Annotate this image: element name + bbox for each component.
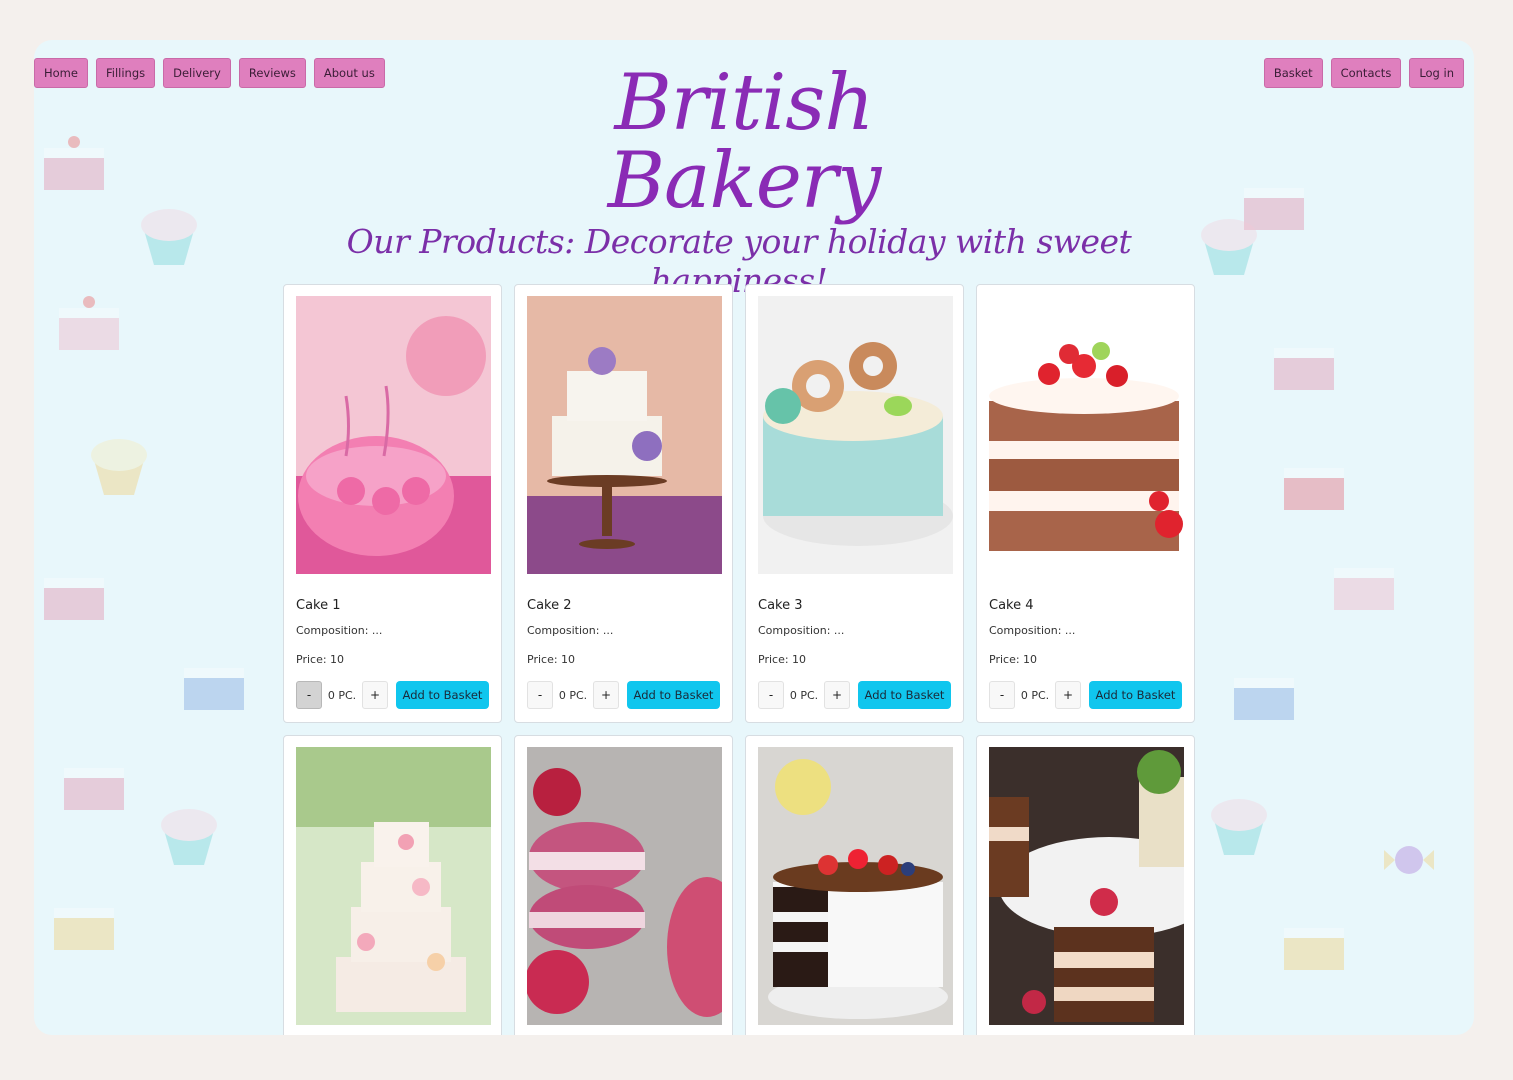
cake-icon bbox=[44, 136, 104, 190]
nav-contacts[interactable]: Contacts bbox=[1330, 58, 1402, 88]
product-photo bbox=[758, 296, 953, 574]
product-image-raspberry-macarons[interactable] bbox=[527, 747, 722, 1025]
cupcake-icon bbox=[161, 809, 217, 865]
add-to-basket-button[interactable]: Add to Basket bbox=[396, 681, 489, 709]
product-image-chocolate-layer-cake[interactable] bbox=[989, 747, 1184, 1025]
product-name: Cake 4 bbox=[989, 598, 1034, 613]
product-image-white-wedding-cake[interactable] bbox=[296, 747, 491, 1025]
product-card bbox=[976, 735, 1195, 1035]
product-photo bbox=[989, 296, 1184, 574]
cake-icon bbox=[54, 908, 114, 950]
decrease-quantity-button[interactable]: - bbox=[296, 681, 322, 709]
cupcake-icon bbox=[1201, 219, 1257, 275]
candy-icon bbox=[1384, 846, 1434, 874]
nav-about-us[interactable]: About us bbox=[313, 58, 385, 88]
product-image-chocolate-berry-cake[interactable] bbox=[758, 747, 953, 1025]
product-name: Cake 1 bbox=[296, 598, 341, 613]
product-card: Cake 4 Composition: ... Price: 10 - 0 PC… bbox=[976, 284, 1195, 723]
product-composition: Composition: ... bbox=[758, 624, 845, 637]
cake-icon bbox=[1234, 678, 1294, 720]
product-price: Price: 10 bbox=[989, 653, 1038, 666]
nav-left: Home Fillings Delivery Reviews About us bbox=[34, 58, 385, 88]
product-name: Cake 2 bbox=[527, 598, 572, 613]
quantity-controls: - 0 PC. + Add to Basket bbox=[527, 681, 720, 709]
product-image-pink-rose-cake[interactable] bbox=[296, 296, 491, 574]
cupcake-icon bbox=[141, 209, 197, 265]
product-grid: Cake 1 Composition: ... Price: 10 - 0 PC… bbox=[283, 284, 1195, 1035]
product-price: Price: 10 bbox=[758, 653, 807, 666]
nav-home[interactable]: Home bbox=[34, 58, 88, 88]
cake-icon bbox=[1274, 348, 1334, 390]
product-card: Cake 3 Composition: ... Price: 10 - 0 PC… bbox=[745, 284, 964, 723]
product-card bbox=[283, 735, 502, 1035]
cupcake-icon bbox=[1211, 799, 1267, 855]
product-price: Price: 10 bbox=[527, 653, 576, 666]
cake-icon bbox=[59, 296, 119, 350]
cupcake-icon bbox=[91, 439, 147, 495]
product-photo bbox=[527, 747, 722, 1025]
quantity-controls: - 0 PC. + Add to Basket bbox=[989, 681, 1182, 709]
quantity-controls: - 0 PC. + Add to Basket bbox=[758, 681, 951, 709]
nav-log-in[interactable]: Log in bbox=[1409, 58, 1464, 88]
cake-icon bbox=[1334, 568, 1394, 610]
product-card: Cake 1 Composition: ... Price: 10 - 0 PC… bbox=[283, 284, 502, 723]
product-photo bbox=[296, 296, 491, 574]
product-composition: Composition: ... bbox=[989, 624, 1076, 637]
product-composition: Composition: ... bbox=[527, 624, 614, 637]
product-photo bbox=[296, 747, 491, 1025]
nav-right: Basket Contacts Log in bbox=[1263, 58, 1464, 88]
add-to-basket-button[interactable]: Add to Basket bbox=[627, 681, 720, 709]
product-name: Cake 3 bbox=[758, 598, 803, 613]
increase-quantity-button[interactable]: + bbox=[362, 681, 388, 709]
increase-quantity-button[interactable]: + bbox=[593, 681, 619, 709]
increase-quantity-button[interactable]: + bbox=[1055, 681, 1081, 709]
quantity-value: 0 PC. bbox=[327, 688, 357, 702]
product-card bbox=[514, 735, 733, 1035]
product-price: Price: 10 bbox=[296, 653, 345, 666]
product-photo bbox=[527, 296, 722, 574]
add-to-basket-button[interactable]: Add to Basket bbox=[858, 681, 951, 709]
nav-delivery[interactable]: Delivery bbox=[163, 58, 231, 88]
product-image-strawberry-sponge-cake[interactable] bbox=[989, 296, 1184, 574]
cake-icon bbox=[1284, 468, 1344, 510]
cake-icon bbox=[1284, 928, 1344, 970]
cake-icon bbox=[44, 578, 104, 620]
cake-icon bbox=[64, 768, 124, 810]
cake-icon bbox=[184, 668, 244, 710]
quantity-value: 0 PC. bbox=[789, 688, 819, 702]
decrease-quantity-button[interactable]: - bbox=[527, 681, 553, 709]
nav-reviews[interactable]: Reviews bbox=[238, 58, 306, 88]
add-to-basket-button[interactable]: Add to Basket bbox=[1089, 681, 1182, 709]
quantity-controls: - 0 PC. + Add to Basket bbox=[296, 681, 489, 709]
quantity-value: 0 PC. bbox=[558, 688, 588, 702]
product-card: Cake 2 Composition: ... Price: 10 - 0 PC… bbox=[514, 284, 733, 723]
product-photo bbox=[989, 747, 1184, 1025]
nav-fillings[interactable]: Fillings bbox=[95, 58, 156, 88]
product-composition: Composition: ... bbox=[296, 624, 383, 637]
product-image-turquoise-drip-cake[interactable] bbox=[758, 296, 953, 574]
product-image-white-tiered-cake[interactable] bbox=[527, 296, 722, 574]
browser-page: Home Fillings Delivery Reviews About us … bbox=[34, 40, 1474, 1035]
increase-quantity-button[interactable]: + bbox=[824, 681, 850, 709]
site-logo-title: British Bakery bbox=[607, 58, 882, 226]
nav-basket[interactable]: Basket bbox=[1263, 58, 1323, 88]
decrease-quantity-button[interactable]: - bbox=[758, 681, 784, 709]
product-card bbox=[745, 735, 964, 1035]
decrease-quantity-button[interactable]: - bbox=[989, 681, 1015, 709]
product-photo bbox=[758, 747, 953, 1025]
quantity-value: 0 PC. bbox=[1020, 688, 1050, 702]
